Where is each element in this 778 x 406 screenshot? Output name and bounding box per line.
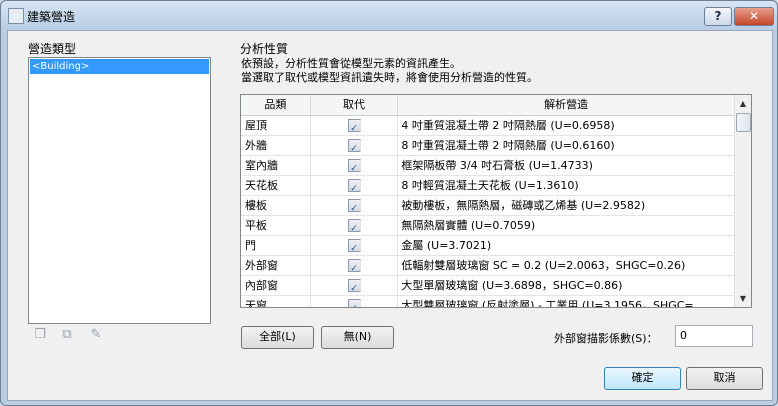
table-row[interactable]: 樓板 ✓ 被動樓板，無隔熱層，磁磚或乙烯基 (U=2.9582) (241, 196, 735, 216)
override-checkbox[interactable]: ✓ (347, 219, 361, 232)
row-construction[interactable]: 8 吋重質混凝土帶 2 吋隔熱層 (U=0.6160) (398, 136, 735, 155)
row-construction[interactable]: 大型雙層玻璃窗 (反射塗層) - 工業用 (U=3.1956，SHGC= (398, 296, 735, 307)
override-checkbox-cell: ✓ (311, 176, 399, 195)
close-button[interactable]: ✕ (734, 7, 774, 26)
scroll-down-icon[interactable]: ▼ (735, 290, 751, 307)
dialog-window: 建築營造 ? ✕ 營造類型 <Building> ❐ ⧉ ✎ 分析性質 依預設，… (0, 0, 778, 406)
dialog-body: 營造類型 <Building> ❐ ⧉ ✎ 分析性質 依預設，分析性質會從模型元… (7, 30, 773, 401)
row-category: 天花板 (241, 176, 311, 195)
duplicate-type-icon[interactable]: ❐ (32, 327, 48, 344)
help-button[interactable]: ? (704, 7, 732, 26)
cancel-button[interactable]: 取消 (686, 367, 763, 390)
override-checkbox[interactable]: ✓ (347, 239, 361, 252)
override-checkbox-cell: ✓ (311, 296, 399, 307)
row-construction[interactable]: 4 吋重質混凝土帶 2 吋隔熱層 (U=0.6958) (398, 116, 735, 135)
override-checkbox-cell: ✓ (311, 276, 399, 295)
override-checkbox[interactable]: ✓ (347, 159, 361, 172)
copy-icon[interactable]: ⧉ (59, 327, 75, 344)
table-row[interactable]: 外部窗 ✓ 低輻射雙層玻璃窗 SC = 0.2 (U=2.0063，SHGC=0… (241, 256, 735, 276)
row-construction[interactable]: 被動樓板，無隔熱層，磁磚或乙烯基 (U=2.9582) (398, 196, 735, 215)
row-construction[interactable]: 低輻射雙層玻璃窗 SC = 0.2 (U=2.0063，SHGC=0.26) (398, 256, 735, 275)
override-checkbox[interactable]: ✓ (347, 119, 361, 132)
title-bar[interactable]: 建築營造 ? ✕ (1, 1, 777, 29)
override-checkbox[interactable]: ✓ (347, 139, 361, 152)
table-row[interactable]: 室內牆 ✓ 框架隔板帶 3/4 吋石膏板 (U=1.4733) (241, 156, 735, 176)
table-row[interactable]: 內部窗 ✓ 大型單層玻璃窗 (U=3.6898，SHGC=0.86) (241, 276, 735, 296)
row-construction[interactable]: 無隔熱層實體 (U=0.7059) (398, 216, 735, 235)
override-checkbox-cell: ✓ (311, 196, 399, 215)
table-row[interactable]: 外牆 ✓ 8 吋重質混凝土帶 2 吋隔熱層 (U=0.6160) (241, 136, 735, 156)
override-checkbox-cell: ✓ (311, 236, 399, 255)
analytic-constructions-table[interactable]: 品類 取代 解析營造 屋頂 ✓ 4 吋重質混凝土帶 2 吋隔熱層 (U=0.69… (240, 94, 752, 308)
table-row[interactable]: 屋頂 ✓ 4 吋重質混凝土帶 2 吋隔熱層 (U=0.6958) (241, 116, 735, 136)
ok-button[interactable]: 確定 (604, 367, 681, 390)
override-checkbox[interactable]: ✓ (347, 199, 361, 212)
override-checkbox[interactable]: ✓ (347, 299, 361, 307)
row-category: 外牆 (241, 136, 311, 155)
column-header-override[interactable]: 取代 (311, 95, 399, 115)
shading-coefficient-input[interactable]: 0 (675, 325, 753, 347)
table-header: 品類 取代 解析營造 (241, 95, 735, 116)
row-construction[interactable]: 8 吋輕質混凝土天花板 (U=1.3610) (398, 176, 735, 195)
row-category: 平板 (241, 216, 311, 235)
row-category: 內部窗 (241, 276, 311, 295)
override-checkbox[interactable]: ✓ (347, 179, 361, 192)
table-row[interactable]: 平板 ✓ 無隔熱層實體 (U=0.7059) (241, 216, 735, 236)
override-checkbox-cell: ✓ (311, 216, 399, 235)
column-header-category[interactable]: 品類 (241, 95, 311, 115)
description-line-2: 當選取了取代或模型資訊遺失時，將會使用分析營造的性質。 (241, 71, 538, 84)
row-category: 外部窗 (241, 256, 311, 275)
rename-type-icon[interactable]: ✎ (88, 327, 104, 344)
column-header-construction[interactable]: 解析營造 (398, 95, 735, 115)
window-title: 建築營造 (27, 10, 76, 24)
override-checkbox-cell: ✓ (311, 156, 399, 175)
override-checkbox-cell: ✓ (311, 136, 399, 155)
row-category: 屋頂 (241, 116, 311, 135)
override-checkbox[interactable]: ✓ (347, 279, 361, 292)
override-checkbox-cell: ✓ (311, 116, 399, 135)
scroll-up-icon[interactable]: ▲ (735, 95, 751, 112)
row-category: 室內牆 (241, 156, 311, 175)
list-item[interactable]: <Building> (30, 59, 209, 74)
row-category: 樓板 (241, 196, 311, 215)
table-row[interactable]: 天窗 ✓ 大型雙層玻璃窗 (反射塗層) - 工業用 (U=3.1956，SHGC… (241, 296, 735, 307)
construction-types-title: 營造類型 (28, 42, 77, 56)
shading-coefficient-label: 外部窗描影係數(S)： (554, 332, 658, 345)
table-row[interactable]: 門 ✓ 金屬 (U=3.7021) (241, 236, 735, 256)
row-category: 門 (241, 236, 311, 255)
select-none-button[interactable]: 無(N) (321, 326, 394, 349)
override-checkbox-cell: ✓ (311, 256, 399, 275)
scroll-thumb[interactable] (736, 113, 751, 132)
app-icon (8, 8, 24, 24)
construction-type-list[interactable]: <Building> (28, 57, 211, 324)
table-row[interactable]: 天花板 ✓ 8 吋輕質混凝土天花板 (U=1.3610) (241, 176, 735, 196)
select-all-button[interactable]: 全部(L) (241, 326, 314, 349)
vertical-scrollbar[interactable]: ▲ ▼ (734, 95, 751, 307)
override-checkbox[interactable]: ✓ (347, 259, 361, 272)
row-construction[interactable]: 框架隔板帶 3/4 吋石膏板 (U=1.4733) (398, 156, 735, 175)
table-rows: 屋頂 ✓ 4 吋重質混凝土帶 2 吋隔熱層 (U=0.6958) 外牆 ✓ 8 … (241, 116, 735, 307)
row-construction[interactable]: 大型單層玻璃窗 (U=3.6898，SHGC=0.86) (398, 276, 735, 295)
row-construction[interactable]: 金屬 (U=3.7021) (398, 236, 735, 255)
row-category: 天窗 (241, 296, 311, 307)
